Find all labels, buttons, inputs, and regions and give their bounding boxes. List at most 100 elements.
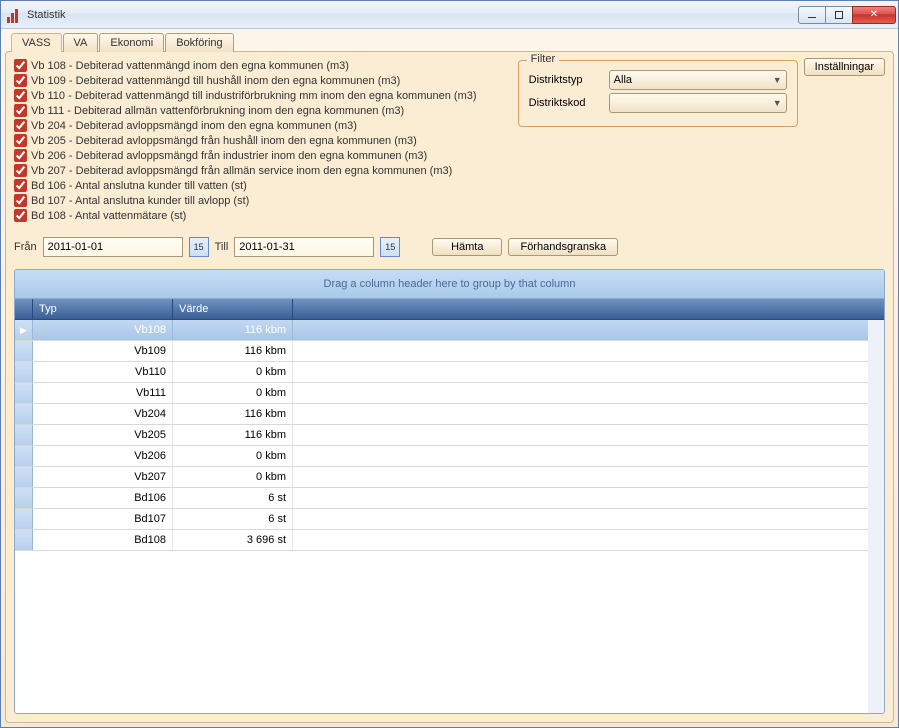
cell-empty [293,425,884,445]
date-row: Från 2011-01-01 15 Till 2011-01-31 15 Hä… [14,237,885,257]
column-header-typ[interactable]: Typ [33,299,173,319]
cell-empty [293,320,884,340]
cell-typ: Vb108 [33,320,173,340]
metric-label: Bd 107 - Antal anslutna kunder till avlo… [31,195,249,207]
group-by-panel[interactable]: Drag a column header here to group by th… [15,270,884,299]
cell-empty [293,467,884,487]
metric-checklist: Vb 108 - Debiterad vattenmängd inom den … [14,58,585,223]
from-calendar-button[interactable]: 15 [189,237,209,257]
to-date-input[interactable]: 2011-01-31 [234,237,374,257]
metric-label: Bd 108 - Antal vattenmätare (st) [31,210,186,222]
metric-label: Vb 110 - Debiterad vattenmängd till indu… [31,90,477,102]
tab-vass[interactable]: VASS [11,33,62,52]
metric-checkbox[interactable] [14,149,27,162]
tab-ekonomi[interactable]: Ekonomi [99,33,164,52]
minimize-icon [808,17,816,18]
metric-checkbox[interactable] [14,179,27,192]
cell-typ: Vb110 [33,362,173,382]
row-indicator-header [15,299,33,319]
cell-typ: Bd108 [33,530,173,550]
row-indicator [15,446,33,466]
grid-body[interactable]: ▶Vb108116 kbmVb109116 kbmVb1100 kbmVb111… [15,320,884,713]
row-indicator [15,341,33,361]
metric-checkbox[interactable] [14,74,27,87]
table-row[interactable]: Vb1100 kbm [15,362,884,383]
metric-check-item[interactable]: Vb 206 - Debiterad avloppsmängd från ind… [14,148,585,163]
filter-group: Filter Distriktstyp Alla ▼ Distriktskod [518,60,798,127]
to-calendar-button[interactable]: 15 [380,237,400,257]
tab-bokföring[interactable]: Bokföring [165,33,233,52]
metric-checkbox[interactable] [14,164,27,177]
tab-va[interactable]: VA [63,33,99,52]
table-row[interactable]: Vb2060 kbm [15,446,884,467]
close-button[interactable]: ✕ [852,6,896,24]
cell-varde: 116 kbm [173,320,293,340]
column-header-varde[interactable]: Värde [173,299,293,319]
table-row[interactable]: Vb1110 kbm [15,383,884,404]
metric-check-item[interactable]: Vb 205 - Debiterad avloppsmängd från hus… [14,133,585,148]
chevron-down-icon: ▼ [773,98,782,108]
table-row[interactable]: Vb204116 kbm [15,404,884,425]
distriktstyp-combo[interactable]: Alla ▼ [609,70,787,90]
metric-check-item[interactable]: Bd 108 - Antal vattenmätare (st) [14,208,585,223]
cell-typ: Vb111 [33,383,173,403]
metric-check-item[interactable]: Vb 207 - Debiterad avloppsmängd från all… [14,163,585,178]
cell-varde: 0 kbm [173,446,293,466]
metric-check-item[interactable]: Vb 110 - Debiterad vattenmängd till indu… [14,88,585,103]
window-title: Statistik [27,9,66,21]
cell-typ: Vb206 [33,446,173,466]
maximize-button[interactable] [825,6,853,24]
metric-checkbox[interactable] [14,59,27,72]
metric-checkbox[interactable] [14,194,27,207]
row-indicator [15,530,33,550]
from-label: Från [14,241,37,253]
metric-check-item[interactable]: Vb 109 - Debiterad vattenmängd till hush… [14,73,585,88]
table-row[interactable]: Vb109116 kbm [15,341,884,362]
to-label: Till [215,241,229,253]
titlebar[interactable]: Statistik ✕ [1,1,898,29]
cell-empty [293,509,884,529]
chevron-down-icon: ▼ [773,75,782,85]
from-date-input[interactable]: 2011-01-01 [43,237,183,257]
metric-label: Vb 111 - Debiterad allmän vattenförbrukn… [31,105,404,117]
metric-checkbox[interactable] [14,209,27,222]
app-window: Statistik ✕ VASSVAEkonomiBokföring Vb 10… [0,0,899,728]
table-row[interactable]: Bd1076 st [15,509,884,530]
table-row[interactable]: Vb205116 kbm [15,425,884,446]
metric-check-item[interactable]: Vb 204 - Debiterad avloppsmängd inom den… [14,118,585,133]
settings-button[interactable]: Inställningar [804,58,885,76]
metric-checkbox[interactable] [14,104,27,117]
metric-label: Vb 206 - Debiterad avloppsmängd från ind… [31,150,427,162]
cell-empty [293,530,884,550]
column-headers: Typ Värde [15,299,884,320]
cell-varde: 116 kbm [173,404,293,424]
metric-check-item[interactable]: Vb 108 - Debiterad vattenmängd inom den … [14,58,585,73]
metric-checkbox[interactable] [14,134,27,147]
row-indicator [15,488,33,508]
right-column: Filter Distriktstyp Alla ▼ Distriktskod [585,58,885,223]
table-row[interactable]: Vb2070 kbm [15,467,884,488]
metric-check-item[interactable]: Bd 107 - Antal anslutna kunder till avlo… [14,193,585,208]
preview-button[interactable]: Förhandsgranska [508,238,618,256]
table-row[interactable]: ▶Vb108116 kbm [15,320,884,341]
minimize-button[interactable] [798,6,826,24]
fetch-button[interactable]: Hämta [432,238,502,256]
vertical-scrollbar[interactable] [868,320,884,713]
distriktstyp-value: Alla [614,74,632,86]
metric-check-item[interactable]: Bd 106 - Antal anslutna kunder till vatt… [14,178,585,193]
metric-label: Vb 204 - Debiterad avloppsmängd inom den… [31,120,357,132]
from-date-value: 2011-01-01 [48,241,103,253]
cell-typ: Vb204 [33,404,173,424]
metric-label: Vb 109 - Debiterad vattenmängd till hush… [31,75,400,87]
top-area: Vb 108 - Debiterad vattenmängd inom den … [14,58,885,223]
distriktskod-combo[interactable]: ▼ [609,93,787,113]
calendar-icon: 15 [194,242,204,252]
table-row[interactable]: Bd1066 st [15,488,884,509]
metric-check-item[interactable]: Vb 111 - Debiterad allmän vattenförbrukn… [14,103,585,118]
cell-empty [293,488,884,508]
cell-varde: 0 kbm [173,467,293,487]
metric-checkbox[interactable] [14,119,27,132]
cell-typ: Vb207 [33,467,173,487]
table-row[interactable]: Bd1083 696 st [15,530,884,551]
metric-checkbox[interactable] [14,89,27,102]
